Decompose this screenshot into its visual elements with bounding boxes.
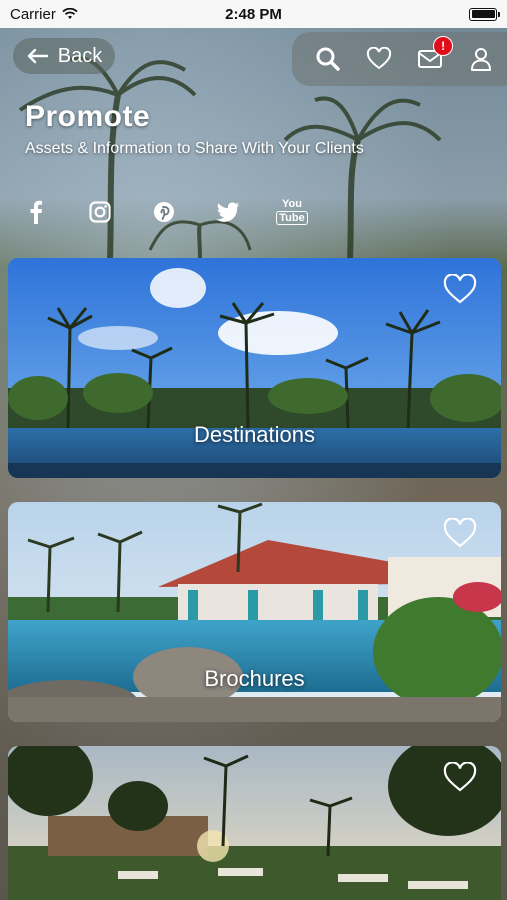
notification-badge: ! bbox=[433, 36, 454, 56]
status-time: 2:48 PM bbox=[225, 5, 282, 23]
twitter-link[interactable] bbox=[212, 196, 244, 228]
instagram-link[interactable] bbox=[84, 196, 116, 228]
arrow-left-icon bbox=[27, 48, 48, 64]
facebook-link[interactable] bbox=[20, 196, 52, 228]
user-icon bbox=[471, 48, 492, 71]
youtube-text-top: You bbox=[282, 198, 302, 210]
facebook-icon bbox=[30, 200, 42, 224]
page-subtitle: Assets & Information to Share With Your … bbox=[25, 140, 364, 157]
back-button[interactable]: Back bbox=[13, 38, 115, 74]
search-icon bbox=[316, 47, 340, 71]
status-bar: Carrier 2:48 PM bbox=[0, 0, 507, 28]
pinterest-icon bbox=[154, 202, 174, 222]
destinations-heart-icon[interactable] bbox=[443, 274, 477, 306]
profile-button[interactable] bbox=[464, 42, 498, 76]
battery-icon bbox=[469, 7, 500, 21]
favorites-button[interactable] bbox=[362, 42, 396, 76]
page-title: Promote bbox=[25, 100, 151, 133]
carrier-group: Carrier bbox=[10, 6, 78, 23]
top-toolbar: ! bbox=[292, 32, 507, 86]
search-button[interactable] bbox=[311, 42, 345, 76]
third-card-image bbox=[8, 746, 501, 900]
third-card-heart-icon[interactable] bbox=[443, 762, 477, 794]
destinations-card[interactable]: Destinations bbox=[8, 258, 501, 478]
youtube-link[interactable]: You Tube bbox=[276, 196, 308, 228]
instagram-icon bbox=[89, 201, 111, 223]
back-label: Back bbox=[57, 44, 103, 67]
brochures-label: Brochures bbox=[204, 666, 305, 691]
destinations-label: Destinations bbox=[193, 422, 316, 447]
messages-button[interactable]: ! bbox=[413, 36, 454, 76]
wifi-icon bbox=[62, 8, 78, 19]
heart-icon bbox=[366, 47, 391, 70]
social-links: You Tube bbox=[20, 196, 308, 228]
twitter-icon bbox=[216, 202, 239, 222]
youtube-text-bottom: Tube bbox=[276, 211, 308, 225]
carrier-label: Carrier bbox=[10, 5, 56, 23]
brochures-heart-icon[interactable] bbox=[443, 518, 477, 550]
third-card[interactable] bbox=[8, 746, 501, 900]
pinterest-link[interactable] bbox=[148, 196, 180, 228]
brochures-card[interactable]: Brochures bbox=[8, 502, 501, 722]
youtube-icon: You Tube bbox=[276, 198, 308, 225]
